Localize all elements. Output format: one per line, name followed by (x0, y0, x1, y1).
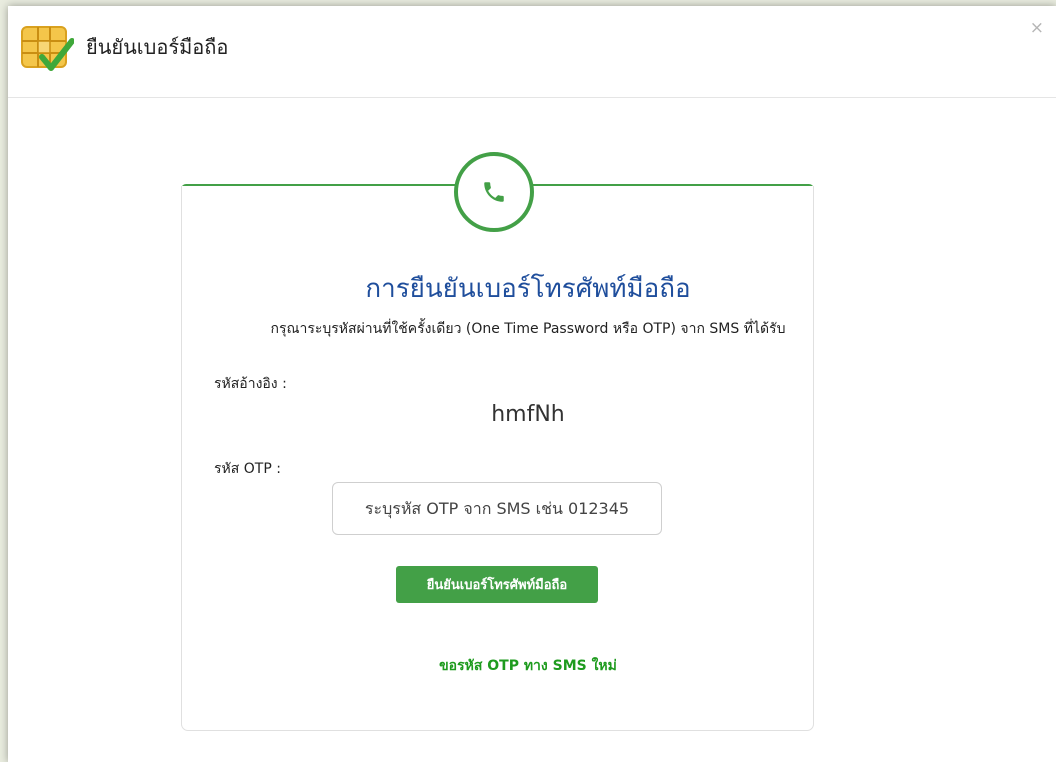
sim-card-check-icon (20, 23, 75, 75)
close-button[interactable]: × (1030, 20, 1044, 37)
phone-icon-badge (454, 152, 534, 232)
reference-value: hmfNh (491, 402, 565, 427)
otp-input[interactable] (332, 482, 662, 535)
otp-instruction: กรุณาระบุรหัสผ่านที่ใช้ครั้งเดียว (One T… (270, 321, 786, 337)
resend-otp-link[interactable]: ขอรหัส OTP ทาง SMS ใหม่ (0, 655, 1056, 677)
reference-label: รหัสอ้างอิง : (214, 376, 287, 392)
dialog-title: ยืนยันเบอร์มือถือ (86, 35, 229, 59)
dialog-header: ยืนยันเบอร์มือถือ × (8, 6, 1056, 98)
otp-label: รหัส OTP : (214, 461, 281, 477)
card-title: การยืนยันเบอร์โทรศัพท์มือถือ (365, 274, 691, 304)
confirm-phone-button[interactable]: ยืนยันเบอร์โทรศัพท์มือถือ (396, 566, 598, 603)
phone-icon (484, 182, 504, 202)
